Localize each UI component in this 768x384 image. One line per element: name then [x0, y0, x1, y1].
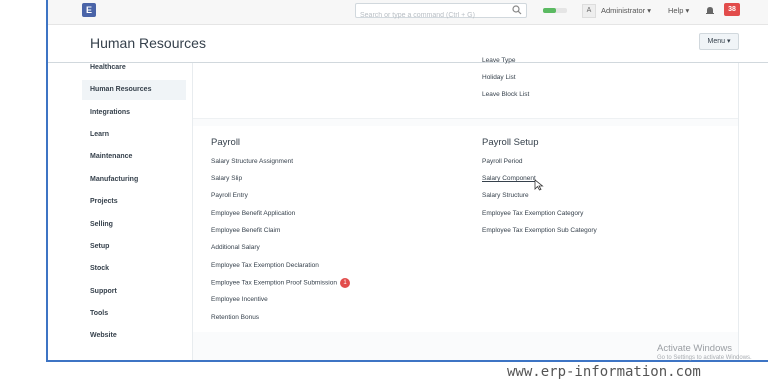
count-badge: 1: [339, 278, 350, 288]
sidebar-item-selling[interactable]: Selling: [82, 215, 186, 235]
payroll-setup-heading: Payroll Setup: [482, 137, 539, 148]
salary-structure-link[interactable]: Salary Structure: [482, 192, 529, 199]
salary-slip-link[interactable]: Salary Slip: [211, 175, 242, 182]
search-input[interactable]: [356, 9, 514, 22]
sidebar-item-manufacturing[interactable]: Manufacturing: [82, 170, 186, 190]
sidebar-item-maintenance[interactable]: Maintenance: [82, 147, 186, 167]
retention-bonus-link[interactable]: Retention Bonus: [211, 314, 259, 321]
main-content: Leave Type Holiday List Leave Block List…: [192, 57, 739, 360]
sidebar-item-healthcare[interactable]: Healthcare: [82, 58, 186, 78]
sidebar-item-integrations[interactable]: Integrations: [82, 103, 186, 123]
payroll-card: Payroll Salary Structure Assignment Sala…: [193, 126, 738, 332]
employee-tax-exemption-proof-submission-link[interactable]: Employee Tax Exemption Proof Submission 1: [211, 278, 350, 288]
leave-block-list-link[interactable]: Leave Block List: [482, 91, 529, 98]
menu-button-label: Menu: [707, 38, 726, 45]
salary-structure-assignment-link[interactable]: Salary Structure Assignment: [211, 158, 293, 165]
sidebar-item-setup[interactable]: Setup: [82, 237, 186, 257]
additional-salary-link[interactable]: Additional Salary: [211, 244, 260, 251]
sidebar-item-projects[interactable]: Projects: [82, 192, 186, 212]
user-menu[interactable]: Administrator ▾: [601, 6, 651, 15]
status-bar-indicator: [543, 8, 567, 13]
help-menu[interactable]: Help ▾: [668, 6, 689, 15]
menu-button[interactable]: Menu ▾: [699, 33, 739, 50]
notification-count[interactable]: 38: [724, 3, 740, 16]
salary-component-link[interactable]: Salary Component: [482, 175, 536, 182]
search-icon[interactable]: [512, 5, 522, 15]
activation-watermark-subtitle: Go to Settings to activate Windows.: [657, 355, 752, 361]
payroll-entry-link[interactable]: Payroll Entry: [211, 192, 248, 199]
employee-benefit-claim-link[interactable]: Employee Benefit Claim: [211, 227, 280, 234]
app-logo[interactable]: E: [82, 3, 96, 17]
activation-watermark-title: Activate Windows: [657, 343, 732, 354]
employee-tax-exemption-category-link[interactable]: Employee Tax Exemption Category: [482, 210, 583, 217]
avatar[interactable]: A: [582, 4, 596, 18]
employee-tax-exemption-declaration-link[interactable]: Employee Tax Exemption Declaration: [211, 262, 319, 269]
sidebar-item-support[interactable]: Support: [82, 282, 186, 302]
site-watermark: www.erp-information.com: [507, 364, 701, 380]
app-window: E A Administrator ▾ Help ▾ 38 Human Reso…: [46, 0, 768, 362]
help-menu-label: Help: [668, 6, 684, 15]
payroll-period-link[interactable]: Payroll Period: [482, 158, 522, 165]
sidebar-item-learn[interactable]: Learn: [82, 125, 186, 145]
sidebar-item-tools[interactable]: Tools: [82, 304, 186, 324]
leaves-card: Leave Type Holiday List Leave Block List: [193, 57, 738, 119]
bell-icon[interactable]: [705, 6, 715, 15]
page-title: Human Resources: [90, 35, 206, 51]
mouse-cursor-icon: [534, 179, 544, 191]
search-box[interactable]: [355, 3, 527, 22]
holiday-list-link[interactable]: Holiday List: [482, 74, 516, 81]
proof-submission-label: Employee Tax Exemption Proof Submission: [211, 279, 337, 287]
payroll-heading: Payroll: [211, 137, 241, 148]
top-navbar: E A Administrator ▾ Help ▾ 38: [48, 0, 768, 25]
employee-incentive-link[interactable]: Employee Incentive: [211, 296, 268, 303]
user-menu-label: Administrator: [601, 6, 646, 15]
sidebar-item-stock[interactable]: Stock: [82, 259, 186, 279]
sidebar-item-website[interactable]: Website: [82, 326, 186, 346]
employee-tax-exemption-sub-category-link[interactable]: Employee Tax Exemption Sub Category: [482, 227, 597, 234]
sidebar-item-human-resources[interactable]: Human Resources: [82, 80, 186, 100]
leave-type-link[interactable]: Leave Type: [482, 57, 516, 64]
employee-benefit-application-link[interactable]: Employee Benefit Application: [211, 210, 295, 217]
